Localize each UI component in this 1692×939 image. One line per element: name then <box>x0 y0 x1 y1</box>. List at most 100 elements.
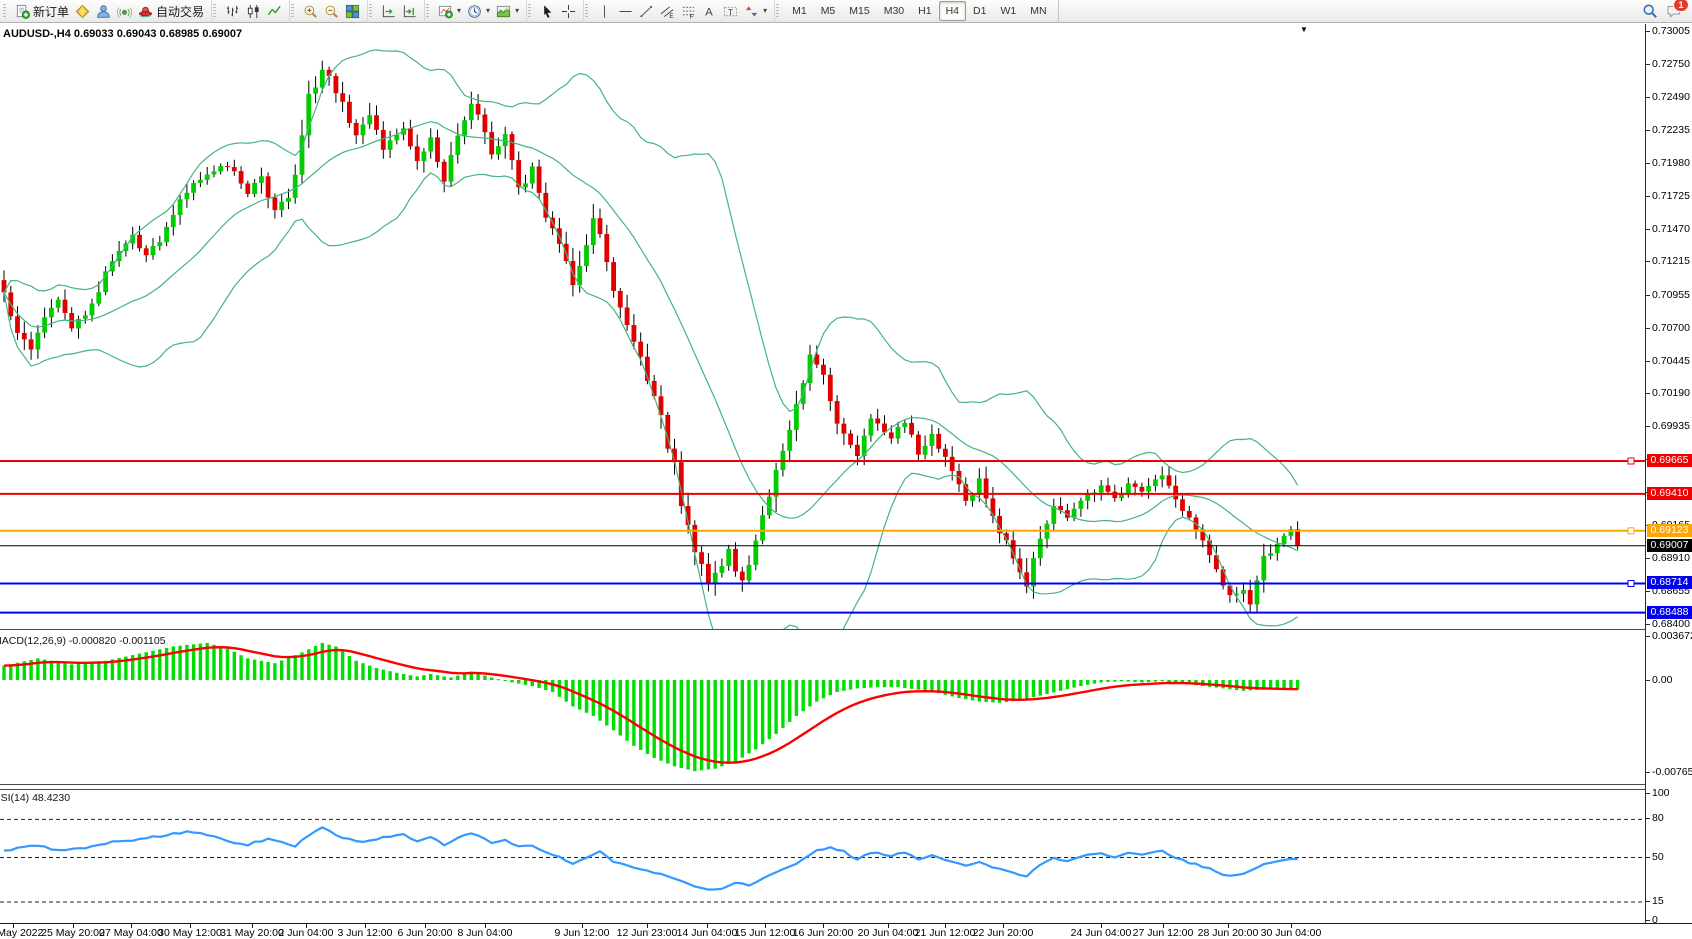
chart-shift-button[interactable] <box>399 2 420 21</box>
metaeditor-button[interactable] <box>72 2 93 21</box>
toolbar-group <box>298 0 368 23</box>
rsi-canvas[interactable] <box>0 790 1645 923</box>
candle <box>726 549 731 566</box>
macd-histogram-bar <box>280 661 283 681</box>
rsi-panel[interactable] <box>0 789 1645 923</box>
macd-histogram-bar <box>334 646 337 680</box>
vertical-line-button[interactable] <box>594 2 615 21</box>
price-axis[interactable]: 0.730050.727500.724900.722350.719800.717… <box>1645 24 1692 923</box>
line-chart-mode-button[interactable] <box>264 2 285 21</box>
time-axis[interactable]: 24 May 202225 May 20:0027 May 04:0030 Ma… <box>0 923 1692 939</box>
candle <box>15 316 20 333</box>
rsi-line <box>4 827 1298 889</box>
chevron-down-icon[interactable]: ▾ <box>486 7 490 15</box>
chart-window: AUDUSD-,H4 0.69033 0.69043 0.68985 0.690… <box>0 24 1692 939</box>
candle <box>279 202 284 210</box>
new-order-button[interactable]: 新订单 <box>12 1 72 22</box>
main-price-chart[interactable] <box>0 24 1645 630</box>
time-tick-label: 24 Jun 04:00 <box>1071 927 1132 939</box>
axis-tick <box>1646 772 1650 773</box>
time-tick-label: 14 Jun 04:00 <box>677 927 738 939</box>
line-handle[interactable] <box>1628 581 1634 587</box>
timeframe-m5-button[interactable]: M5 <box>814 1 843 21</box>
zoom-in-button[interactable] <box>300 2 321 21</box>
timeframe-h4-button[interactable]: H4 <box>939 1 966 21</box>
timeframe-d1-button[interactable]: D1 <box>966 1 993 21</box>
zoom-out-icon <box>324 4 339 19</box>
indicators-button[interactable]: ▾ <box>435 2 464 21</box>
hline-icon <box>618 4 633 19</box>
candle <box>435 137 440 162</box>
macd-histogram-bar <box>632 680 635 746</box>
svg-text:E: E <box>669 13 673 19</box>
axis-tick <box>1646 426 1650 427</box>
text-label-button[interactable]: T <box>720 2 741 21</box>
timeframe-m15-button[interactable]: M15 <box>842 1 876 21</box>
candle <box>510 134 515 160</box>
search-button[interactable] <box>1642 3 1658 19</box>
timeframe-mn-button[interactable]: MN <box>1023 1 1053 21</box>
candle <box>191 183 196 193</box>
timeframe-m30-button[interactable]: M30 <box>877 1 911 21</box>
line-handle[interactable] <box>1628 528 1634 534</box>
timeframe-m1-button[interactable]: M1 <box>785 1 814 21</box>
autotrading-button[interactable]: 自动交易 <box>135 1 207 22</box>
price-level-badge: 0.68714 <box>1647 576 1692 589</box>
macd-histogram-bar <box>835 680 838 692</box>
notifications-button[interactable]: 1 <box>1666 3 1682 19</box>
line-handle[interactable] <box>1628 458 1634 464</box>
price-tick-label: 0.71215 <box>1652 255 1690 267</box>
candle <box>977 478 982 495</box>
macd-histogram-bar <box>646 680 649 754</box>
macd-canvas[interactable] <box>0 631 1645 785</box>
rsi-tick-label: 100 <box>1652 787 1670 799</box>
svg-text:F: F <box>690 13 694 18</box>
periods-button[interactable]: ▾ <box>464 2 493 21</box>
candlestick-mode-button[interactable] <box>243 2 264 21</box>
arrows-button[interactable]: ▾ <box>741 2 770 21</box>
macd-panel[interactable] <box>0 631 1645 785</box>
fibonacci-button[interactable]: F <box>678 2 699 21</box>
macd-histogram-bar <box>1161 680 1164 681</box>
community-button[interactable] <box>93 2 114 21</box>
candle <box>618 291 623 308</box>
timeframe-w1-button[interactable]: W1 <box>993 1 1023 21</box>
macd-tick-label: -0.007656 <box>1652 766 1692 778</box>
zoom-out-button[interactable] <box>321 2 342 21</box>
candle <box>591 218 596 245</box>
candle <box>354 123 359 135</box>
crosshair-button[interactable] <box>558 2 579 21</box>
macd-histogram-bar <box>964 680 967 699</box>
bar-chart-mode-button[interactable] <box>222 2 243 21</box>
trendline-button[interactable] <box>636 2 657 21</box>
horizontal-line-button[interactable] <box>615 2 636 21</box>
candle <box>747 565 752 581</box>
equidistant-channel-button[interactable]: E <box>657 2 678 21</box>
macd-histogram-bar <box>659 680 662 761</box>
axis-tick <box>1646 31 1650 32</box>
price-chart-canvas[interactable] <box>0 24 1645 630</box>
candle <box>489 132 494 154</box>
candle <box>1282 536 1287 544</box>
chevron-down-icon[interactable]: ▾ <box>457 7 461 15</box>
signals-button[interactable] <box>114 2 135 21</box>
macd-histogram-bar <box>808 680 811 706</box>
templates-button[interactable]: ▾ <box>493 2 522 21</box>
macd-histogram-bar <box>1106 680 1109 682</box>
cursor-button[interactable] <box>537 2 558 21</box>
tile-windows-button[interactable] <box>342 2 363 21</box>
macd-histogram-bar <box>361 663 364 680</box>
auto-scroll-button[interactable] <box>378 2 399 21</box>
timeframe-h1-button[interactable]: H1 <box>911 1 938 21</box>
price-tick-label: 0.73005 <box>1652 25 1690 37</box>
time-tick-label: 20 Jun 04:00 <box>858 927 919 939</box>
candles-icon <box>246 4 261 19</box>
candle <box>1160 475 1165 479</box>
chevron-down-icon[interactable]: ▾ <box>763 7 767 15</box>
axis-tick <box>1646 857 1650 858</box>
text-button[interactable]: A <box>699 2 720 21</box>
candle <box>930 434 935 446</box>
chevron-down-icon[interactable]: ▾ <box>515 7 519 15</box>
price-tick-label: 0.71470 <box>1652 223 1690 235</box>
candle <box>1031 558 1036 587</box>
